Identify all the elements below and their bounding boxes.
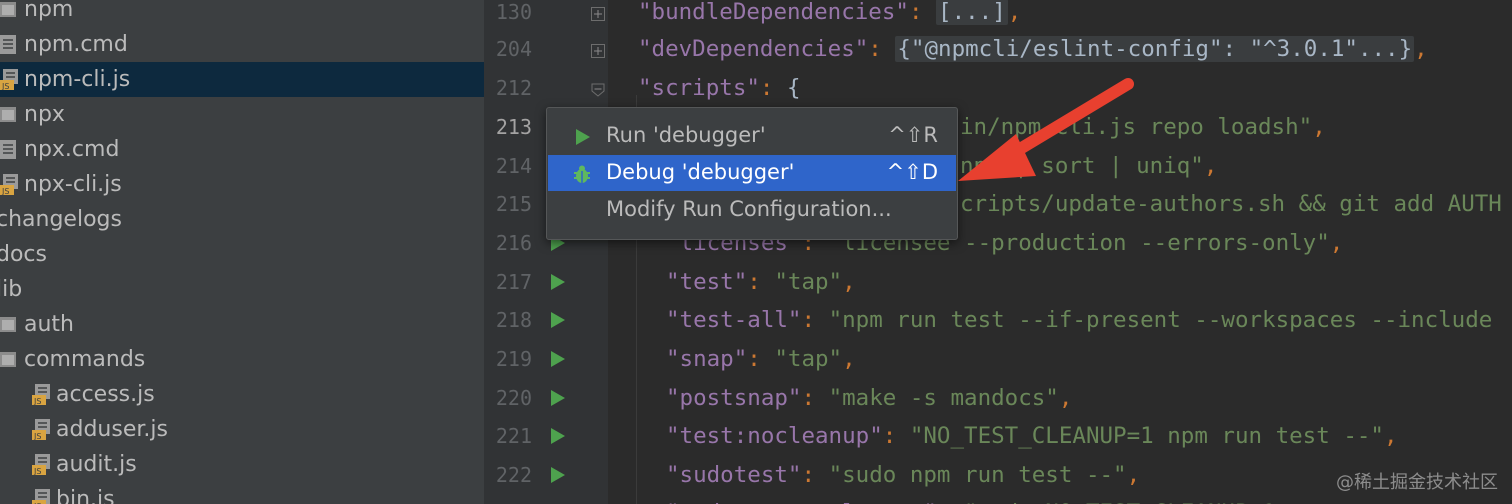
svg-text:JS: JS	[1, 187, 9, 195]
tree-item[interactable]: commands	[0, 342, 484, 377]
tree-item[interactable]: JS audit.js	[0, 447, 484, 482]
tree-item-label: npm	[24, 0, 74, 22]
tree-item[interactable]: auth	[0, 307, 484, 342]
svg-text:JS: JS	[33, 467, 41, 475]
code-line: "sudotest:nocleanup": "sudo NO_TEST_CLEA…	[666, 500, 1492, 504]
tree-item[interactable]: JS npx-cli.js	[0, 167, 484, 202]
code-line: in/npm-cli.js repo loadsh",	[960, 114, 1326, 140]
menu-item-debug[interactable]: Debug 'debugger' ^⇧D	[548, 155, 956, 191]
js-file-icon: JS	[32, 489, 50, 504]
line-number: 130	[495, 0, 532, 24]
tree-item[interactable]: npm.cmd	[0, 27, 484, 62]
code-line: "test:nocleanup": "NO_TEST_CLEANUP=1 npm…	[666, 423, 1398, 449]
tree-item[interactable]: npx.cmd	[0, 132, 484, 167]
expand-fold-icon[interactable]	[591, 43, 605, 58]
menu-item-shortcut: ^⇧D	[886, 160, 938, 184]
menu-item-shortcut: ^⇧R	[888, 123, 938, 147]
run-script-icon[interactable]	[550, 350, 566, 368]
tree-item-label: adduser.js	[56, 417, 168, 442]
tree-item[interactable]: JS access.js	[0, 377, 484, 412]
tree-item-label: npx.cmd	[24, 137, 120, 162]
tree-item[interactable]: npm	[0, 0, 484, 27]
tree-item-label: npx	[24, 102, 65, 127]
tree-item-label: auth	[24, 312, 74, 337]
menu-item-run[interactable]: Run 'debugger' ^⇧R	[548, 118, 956, 154]
line-number: 215	[495, 192, 532, 216]
line-number: 221	[495, 424, 532, 448]
watermark: @稀土掘金技术社区	[1336, 472, 1498, 493]
code-line: "sudotest": "sudo npm run test --",	[666, 462, 1141, 488]
line-number: 218	[495, 308, 532, 332]
debug-bug-icon	[572, 164, 592, 184]
folder-icon	[0, 0, 16, 20]
code-line: cripts/update-authors.sh && git add AUTH	[960, 191, 1502, 217]
line-number: 212	[495, 76, 532, 100]
tree-item-label: access.js	[56, 382, 155, 407]
tree-item-label: bin.js	[56, 487, 115, 504]
tree-item[interactable]: lib	[0, 272, 484, 307]
run-script-icon[interactable]	[550, 427, 566, 445]
run-script-icon[interactable]	[550, 466, 566, 484]
svg-text:JS: JS	[1, 82, 9, 90]
menu-item-modify-run-configuration[interactable]: Modify Run Configuration...	[548, 192, 956, 228]
code-line: "test": "tap",	[666, 269, 856, 295]
project-tree: npm npm.cmd JS npm-cli.js npx npx.cmd JS npx-cl…	[0, 0, 484, 504]
line-number: 217	[495, 270, 532, 294]
svg-text:JS: JS	[33, 432, 41, 440]
run-script-icon[interactable]	[550, 389, 566, 407]
run-script-icon[interactable]	[550, 311, 566, 329]
tree-item[interactable]: JS bin.js	[0, 482, 484, 504]
tree-item-label: npx-cli.js	[24, 172, 122, 197]
code-line: npm | sort | uniq",	[960, 153, 1218, 179]
tree-item[interactable]: changelogs	[0, 202, 484, 237]
tree-item-label: npm-cli.js	[24, 67, 131, 92]
run-script-icon[interactable]	[550, 273, 566, 291]
js-file-icon: JS	[32, 384, 50, 405]
code-editor[interactable]: 1302042122132142152162172182192202212222…	[484, 0, 1512, 504]
js-file-icon: JS	[0, 174, 18, 195]
code-line: "snap": "tap",	[666, 346, 856, 372]
code-line: "bundleDependencies": [...],	[638, 0, 1022, 25]
line-number: 219	[495, 347, 532, 371]
collapse-fold-icon[interactable]	[591, 82, 605, 97]
text-file-icon	[0, 139, 16, 160]
tree-item-label: docs	[0, 242, 47, 267]
tree-item[interactable]: docs	[0, 237, 484, 272]
js-file-icon: JS	[32, 454, 50, 475]
folder-icon	[0, 104, 16, 125]
expand-fold-icon[interactable]	[591, 6, 605, 21]
code-line: "test-all": "npm run test --if-present -…	[666, 307, 1493, 333]
folder-icon	[0, 314, 16, 335]
line-number: 213	[495, 115, 532, 139]
code-line: "postsnap": "make -s mandocs",	[666, 385, 1073, 411]
tree-item[interactable]: JS adduser.js	[0, 412, 484, 447]
tree-item[interactable]: npx	[0, 97, 484, 132]
run-icon	[572, 127, 592, 147]
line-number: 222	[495, 463, 532, 487]
js-file-icon: JS	[0, 69, 18, 90]
code-line: "devDependencies": {"@npmcli/eslint-conf…	[638, 36, 1428, 62]
folder-icon	[0, 349, 16, 370]
tree-item-label: changelogs	[0, 207, 122, 232]
tree-item-label: commands	[24, 347, 146, 372]
menu-item-label: Debug 'debugger'	[606, 160, 795, 184]
menu-item-label: Run 'debugger'	[606, 123, 766, 147]
tree-item-label: audit.js	[56, 452, 137, 477]
code-line: "scripts": {	[638, 75, 801, 101]
line-number: 220	[495, 386, 532, 410]
text-file-icon	[0, 34, 16, 55]
editor-gutter: 1302042122132142152162172182192202212222…	[484, 0, 608, 504]
run-context-popup: Run 'debugger' ^⇧R Debug 'debugger' ^⇧D …	[546, 107, 958, 240]
line-number: 204	[495, 37, 532, 61]
line-number: 216	[495, 231, 532, 255]
tree-item-label: lib	[0, 277, 23, 302]
tree-item-label: npm.cmd	[24, 32, 128, 57]
line-number: 214	[495, 154, 532, 178]
js-file-icon: JS	[32, 419, 50, 440]
tree-item[interactable]: JS npm-cli.js	[0, 62, 484, 97]
svg-text:JS: JS	[33, 397, 41, 405]
menu-item-label: Modify Run Configuration...	[606, 197, 892, 221]
